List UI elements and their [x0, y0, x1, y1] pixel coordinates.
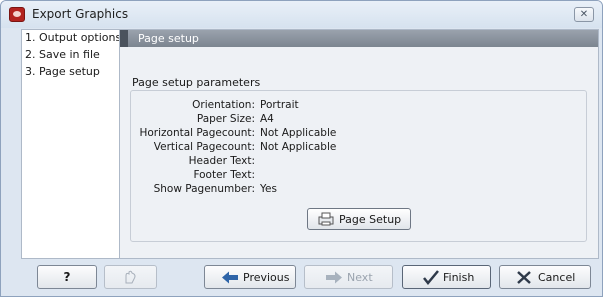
params-group-box: Orientation: Portrait Paper Size: A4 Hor… — [130, 90, 587, 242]
cancel-x-icon — [517, 271, 531, 284]
cancel-button[interactable]: Cancel — [499, 265, 591, 289]
step-output-options[interactable]: 1. Output options — [22, 30, 121, 47]
param-value: A4 — [260, 113, 274, 125]
app-logo-icon — [9, 7, 25, 22]
page-setup-button-label: Page Setup — [339, 213, 402, 226]
export-graphics-dialog: Export Graphics ✕ 1. Output options 2. S… — [0, 0, 603, 297]
help-button-label: ? — [63, 270, 71, 284]
checkmark-icon — [423, 270, 439, 285]
wizard-content-panel: Page setup Page setup parameters Orienta… — [119, 29, 599, 259]
param-label: Footer Text: — [193, 169, 255, 181]
param-value: Portrait — [260, 99, 299, 111]
param-row-show-pagenumber: Show Pagenumber: Yes — [131, 183, 588, 197]
param-label: Header Text: — [188, 155, 255, 167]
param-value: Yes — [260, 183, 277, 195]
close-button[interactable]: ✕ — [574, 7, 594, 22]
param-label: Show Pagenumber: — [153, 183, 255, 195]
title-bar[interactable]: Export Graphics ✕ — [1, 1, 602, 28]
param-value: Not Applicable — [260, 141, 337, 153]
param-row-header-text: Header Text: — [131, 155, 588, 169]
arrow-left-icon — [222, 271, 238, 284]
undo-hand-icon — [125, 270, 136, 284]
section-header: Page setup — [120, 30, 598, 47]
page-setup-button[interactable]: Page Setup — [307, 208, 411, 230]
next-button[interactable]: Next — [304, 265, 393, 289]
param-label: Paper Size: — [196, 113, 255, 125]
window-title: Export Graphics — [32, 7, 129, 21]
step-save-in-file[interactable]: 2. Save in file — [22, 47, 119, 64]
previous-button[interactable]: Previous — [204, 265, 296, 289]
param-row-vertical-pagecount: Vertical Pagecount: Not Applicable — [131, 141, 588, 155]
finish-button-label: Finish — [443, 271, 475, 284]
page-setup-icon — [318, 212, 334, 226]
param-row-horizontal-pagecount: Horizontal Pagecount: Not Applicable — [131, 127, 588, 141]
section-title: Page setup — [138, 32, 199, 45]
params-group-title: Page setup parameters — [132, 76, 261, 89]
previous-button-label: Previous — [243, 271, 290, 284]
wizard-steps-list: 1. Output options 2. Save in file 3. Pag… — [21, 29, 121, 259]
undo-button[interactable] — [104, 265, 157, 289]
param-row-paper-size: Paper Size: A4 — [131, 113, 588, 127]
param-row-footer-text: Footer Text: — [131, 169, 588, 183]
param-row-orientation: Orientation: Portrait — [131, 99, 588, 113]
step-page-setup[interactable]: 3. Page setup — [22, 64, 119, 81]
help-button[interactable]: ? — [37, 265, 97, 289]
arrow-right-icon — [326, 271, 342, 284]
param-label: Orientation: — [192, 99, 255, 111]
param-value: Not Applicable — [260, 127, 337, 139]
cancel-button-label: Cancel — [538, 271, 576, 284]
param-label: Horizontal Pagecount: — [139, 127, 255, 139]
param-label: Vertical Pagecount: — [153, 141, 255, 153]
finish-button[interactable]: Finish — [402, 265, 491, 289]
next-button-label: Next — [347, 271, 373, 284]
